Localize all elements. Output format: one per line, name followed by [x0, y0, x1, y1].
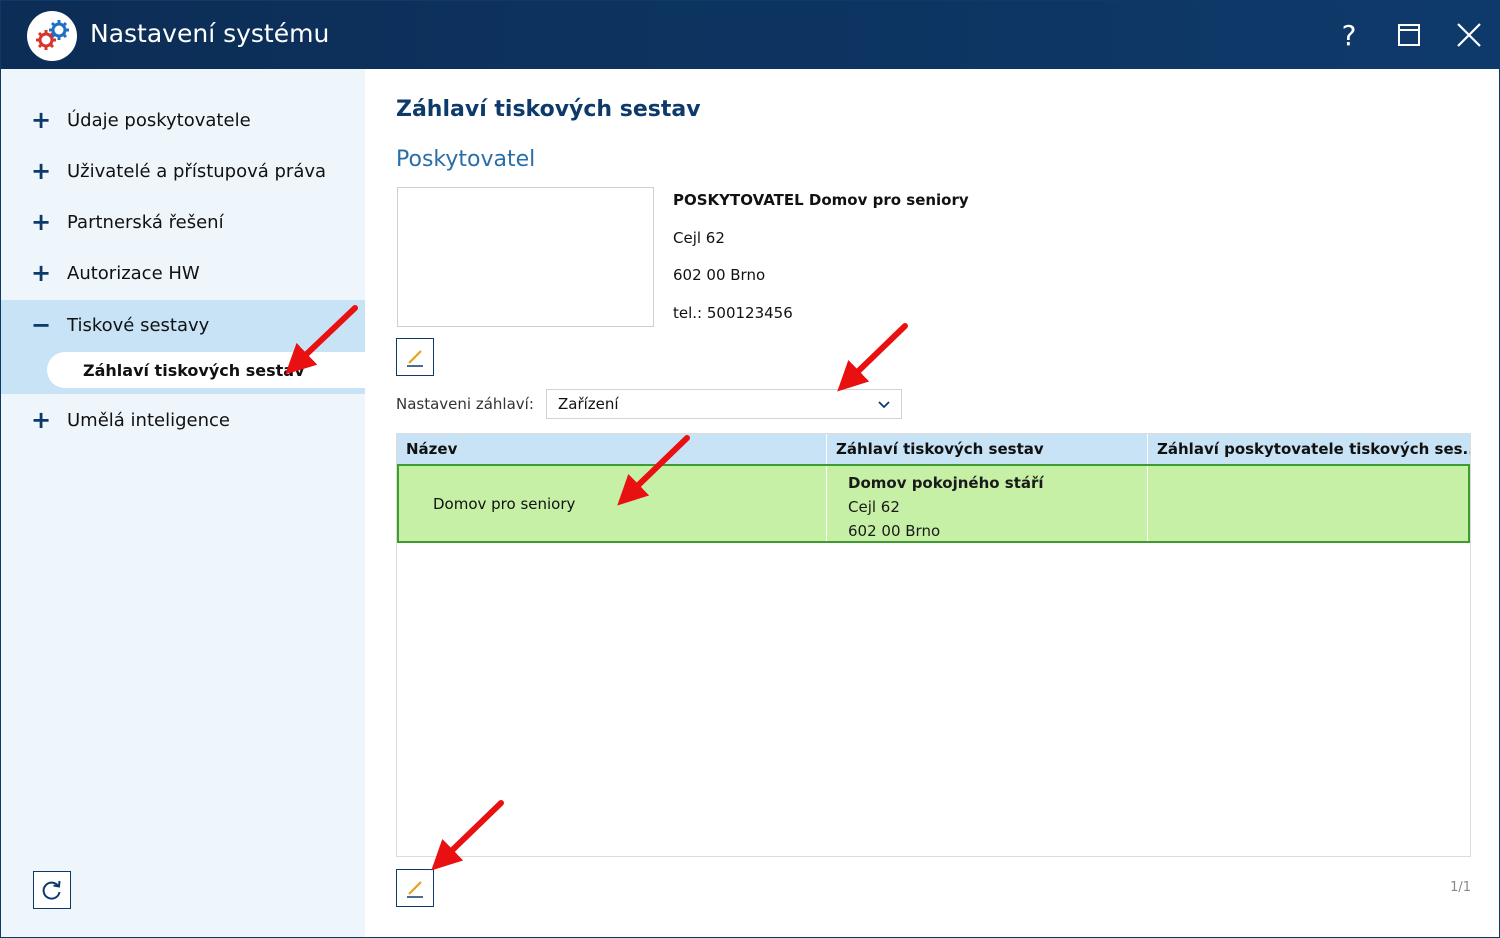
sidebar-item-label: Partnerská řešení [67, 211, 224, 233]
provider-street: Cejl 62 [673, 229, 725, 247]
refresh-button[interactable] [33, 871, 71, 909]
column-header-zahlavi[interactable]: Záhlaví tiskových sestav [826, 434, 1147, 464]
sidebar-item-umela-inteligence[interactable]: + Umělá inteligence [1, 396, 365, 444]
page-indicator: 1/1 [1450, 880, 1471, 895]
row-name: Domov pro seniory [433, 494, 576, 513]
header-setting-value: Zařízení [558, 395, 619, 413]
provider-phone: tel.: 500123456 [673, 304, 793, 322]
collapse-minus-icon: − [31, 311, 52, 339]
expand-plus-icon: + [31, 259, 52, 287]
sidebar-item-label: Tiskové sestavy [67, 314, 210, 336]
table-row[interactable]: Domov pro seniory Domov pokojného stáří … [397, 464, 1470, 543]
table-cell-header: Domov pokojného stáří Cejl 62 602 00 Brn… [826, 466, 1147, 541]
sidebar-subitem-label: Záhlaví tiskových sestav [83, 360, 305, 380]
column-header-zahlavi-poskytovatele[interactable]: Záhlaví poskytovatele tiskových ses... [1147, 434, 1470, 464]
sidebar-item-label: Uživatelé a přístupová práva [67, 160, 327, 182]
provider-name: POSKYTOVATEL Domov pro seniory [673, 191, 969, 209]
maximize-button[interactable] [1389, 15, 1429, 55]
help-icon: ? [1341, 18, 1357, 52]
section-title: Poskytovatel [396, 147, 536, 172]
expand-plus-icon: + [31, 406, 52, 434]
expand-plus-icon: + [31, 106, 52, 134]
row-header-city: 602 00 Brno [848, 522, 941, 540]
annotation-arrow-select [837, 323, 908, 392]
title-bar: Nastavení systému ? [1, 1, 1499, 69]
maximize-icon [1398, 24, 1420, 46]
edit-row-button[interactable] [396, 869, 434, 907]
sidebar: + Údaje poskytovatele + Uživatelé a přís… [1, 69, 365, 937]
refresh-icon [42, 880, 61, 900]
sidebar-subitem-zahlavi-tiskovych-sestav[interactable]: Záhlaví tiskových sestav [47, 352, 365, 388]
page-title: Záhlaví tiskových sestav [396, 97, 701, 122]
sidebar-item-autorizace-hw[interactable]: + Autorizace HW [1, 249, 365, 297]
headers-table: Název Záhlaví tiskových sestav Záhlaví p… [396, 433, 1471, 857]
pencil-icon [407, 881, 423, 898]
sidebar-item-label: Údaje poskytovatele [67, 109, 251, 131]
help-button[interactable]: ? [1329, 15, 1369, 55]
header-setting-select[interactable]: Zařízení [546, 389, 902, 419]
sidebar-item-uzivatele[interactable]: + Uživatelé a přístupová práva [1, 147, 365, 195]
expand-plus-icon: + [31, 157, 52, 185]
sidebar-item-partnerska-reseni[interactable]: + Partnerská řešení [1, 198, 365, 246]
settings-window: Nastavení systému ? + Údaje poskytovatel… [0, 0, 1500, 938]
close-button[interactable] [1449, 15, 1489, 55]
row-header-street: Cejl 62 [848, 498, 900, 516]
window-title: Nastavení systému [90, 19, 330, 48]
close-icon [1457, 23, 1481, 47]
expand-plus-icon: + [31, 208, 52, 236]
table-header: Název Záhlaví tiskových sestav Záhlaví p… [397, 434, 1470, 464]
sidebar-item-label: Umělá inteligence [67, 409, 230, 431]
sidebar-item-udaje-poskytovatele[interactable]: + Údaje poskytovatele [1, 96, 365, 144]
table-cell-provider-header [1147, 466, 1470, 541]
sidebar-item-label: Autorizace HW [67, 262, 200, 284]
column-header-nazev[interactable]: Název [397, 434, 826, 464]
table-cell-name: Domov pro seniory [399, 466, 826, 541]
edit-provider-button[interactable] [396, 338, 434, 376]
sidebar-item-tiskove-sestavy[interactable]: − Tiskové sestavy [1, 301, 365, 349]
chevron-down-icon [878, 401, 890, 409]
pencil-icon [407, 350, 423, 367]
app-logo-gears-icon [27, 11, 77, 61]
provider-logo-placeholder [397, 187, 654, 327]
provider-city: 602 00 Brno [673, 266, 766, 284]
header-setting-label: Nastaveni záhlaví: [396, 395, 534, 413]
row-header-title: Domov pokojného stáří [848, 474, 1044, 492]
